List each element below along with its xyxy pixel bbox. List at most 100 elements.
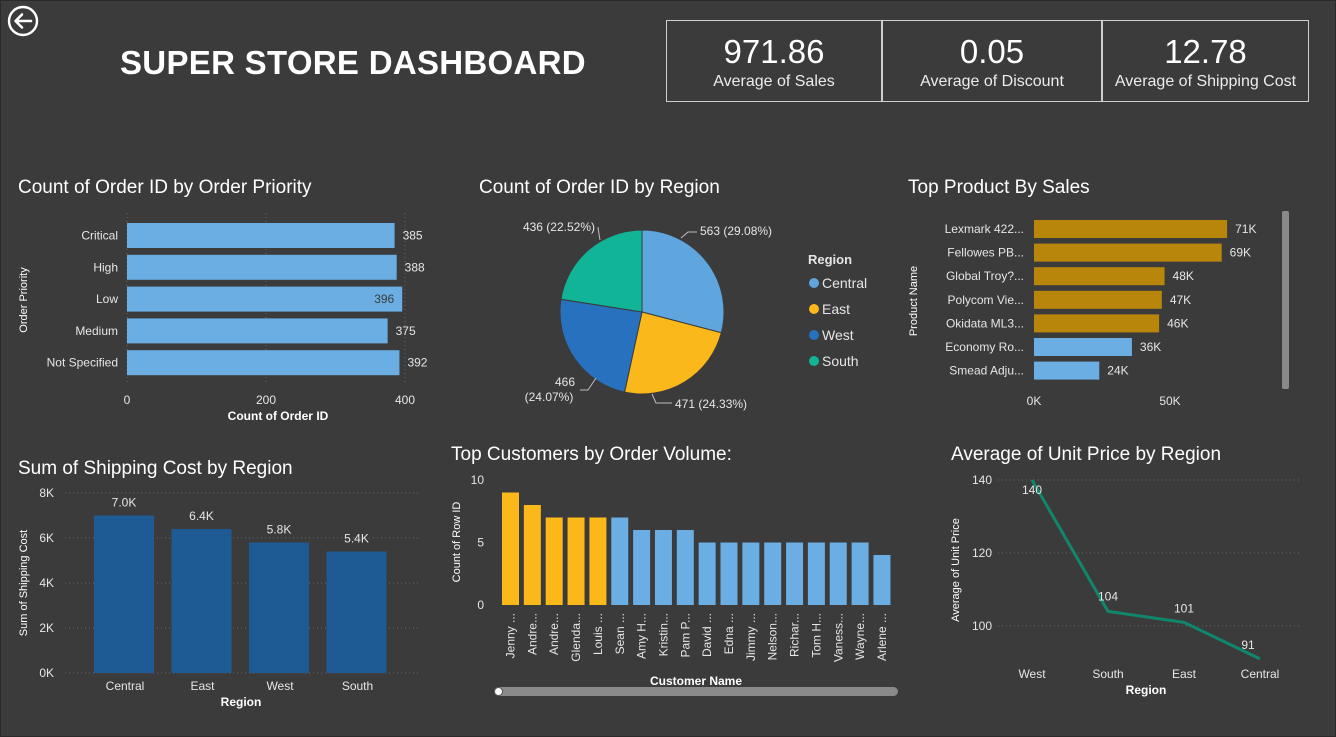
- unit-price-data-label: 91: [1241, 638, 1255, 652]
- customer-bar: [654, 530, 672, 605]
- product-data-label: 71K: [1235, 222, 1256, 236]
- customer-bar: [786, 542, 804, 605]
- customer-category-label: Tom H...: [809, 613, 823, 658]
- product-category-label: Lexmark 422...: [945, 222, 1024, 236]
- pie-data-label: 436 (22.52%): [523, 220, 595, 234]
- shipping-category-label: East: [190, 679, 215, 693]
- customer-bar: [829, 542, 847, 605]
- shipping-category-label: West: [266, 679, 294, 693]
- customer-bar: [567, 517, 585, 605]
- product-bar: [1034, 290, 1162, 309]
- customer-bar: [742, 542, 760, 605]
- product-category-label: Smead Adju...: [949, 364, 1024, 378]
- priority-category-label: Low: [96, 292, 118, 306]
- customer-x-axis-label: Customer Name: [650, 674, 742, 688]
- unit-price-category-label: West: [1018, 667, 1046, 681]
- customer-category-label: Glenda...: [569, 613, 583, 662]
- pie-leader-line: [580, 377, 597, 391]
- customer-bar: [633, 530, 651, 605]
- priority-bar: [127, 350, 400, 376]
- customer-bar: [589, 517, 607, 605]
- product-data-label: 47K: [1170, 293, 1191, 307]
- customer-bar: [523, 505, 541, 605]
- priority-data-label: 392: [407, 356, 427, 370]
- product-data-label: 24K: [1107, 364, 1128, 378]
- customer-y-axis-label: Count of Row ID: [451, 502, 463, 583]
- pie-data-label: 563 (29.08%): [700, 224, 772, 238]
- customer-bar: [698, 542, 716, 605]
- customer-category-label: Vaness...: [831, 613, 845, 662]
- customer-tick-label: 5: [477, 536, 484, 550]
- product-data-label: 69K: [1230, 246, 1251, 260]
- pie-legend-marker: [809, 330, 819, 340]
- pie-legend-marker: [809, 304, 819, 314]
- shipping-y-axis-label: Sum of Shipping Cost: [18, 530, 30, 636]
- products-scrollbar[interactable]: [1282, 211, 1289, 389]
- priority-data-label: 385: [403, 229, 423, 243]
- unit-price-line: [1030, 479, 1261, 661]
- shipping-bar: [171, 529, 232, 673]
- unit-price-y-axis-label: Average of Unit Price: [950, 518, 962, 622]
- shipping-category-label: Central: [106, 679, 145, 693]
- product-data-label: 48K: [1173, 269, 1194, 283]
- shipping-category-label: South: [342, 679, 373, 693]
- product-category-label: Polycom Vie...: [948, 293, 1024, 307]
- unit-price-data-label: 101: [1174, 601, 1194, 615]
- priority-bar: [127, 254, 397, 280]
- unit-price-data-label: 140: [1022, 483, 1042, 497]
- priority-bar: [127, 318, 388, 344]
- charts-canvas: 0 200 400 Critical 385 High 388 Low 396 Medium 375…: [18, 213, 1300, 709]
- customer-bar: [502, 492, 519, 605]
- pie-legend-label: West: [822, 327, 854, 343]
- shipping-tick-label: 8K: [39, 486, 54, 500]
- unit-price-category-label: East: [1172, 667, 1197, 681]
- pie-legend-label: South: [822, 353, 859, 369]
- product-bar: [1034, 267, 1165, 286]
- unit-price-category-label: South: [1092, 667, 1123, 681]
- product-category-label: Okidata ML3...: [946, 316, 1024, 330]
- priority-category-label: High: [93, 260, 118, 274]
- customer-category-label: Kristin...: [656, 613, 670, 656]
- product-bar: [1034, 361, 1100, 380]
- customer-category-label: Amy H...: [635, 613, 649, 659]
- customer-category-label: Nelson...: [766, 613, 780, 660]
- unit-price-tick-label: 120: [972, 546, 992, 560]
- pie-leader-line: [680, 231, 697, 239]
- pie-legend-marker: [809, 356, 819, 366]
- unit-price-data-label: 104: [1098, 589, 1118, 603]
- product-data-label: 46K: [1167, 316, 1188, 330]
- shipping-x-axis-label: Region: [221, 695, 262, 709]
- pie-data-label: (24.07%): [525, 390, 574, 404]
- customer-category-label: Sean ...: [613, 613, 627, 654]
- product-y-axis-label: Product Name: [908, 266, 920, 336]
- priority-category-label: Not Specified: [47, 356, 118, 370]
- priority-tick-label: 200: [256, 393, 276, 407]
- product-data-label: 36K: [1140, 340, 1161, 354]
- shipping-data-label: 6.4K: [189, 509, 214, 523]
- unit-price-category-label: Central: [1241, 667, 1280, 681]
- priority-bar: [127, 286, 403, 312]
- priority-y-axis-label: Order Priority: [18, 267, 30, 333]
- customer-bar: [545, 517, 563, 605]
- priority-tick-label: 400: [395, 393, 415, 407]
- customers-scrollbar[interactable]: [494, 687, 898, 696]
- shipping-bar: [94, 515, 154, 673]
- customer-bar: [720, 542, 738, 605]
- customer-category-label: Andre...: [547, 613, 561, 655]
- customer-category-label: Jimmy ...: [744, 613, 758, 661]
- product-bar: [1034, 338, 1132, 356]
- customer-category-label: Edna ...: [722, 613, 736, 654]
- customer-category-label: Richar...: [788, 613, 802, 657]
- customer-bar: [764, 542, 782, 605]
- priority-x-axis-label: Count of Order ID: [228, 409, 329, 423]
- product-tick-label: 50K: [1159, 394, 1180, 408]
- customer-category-label: Wayne...: [853, 613, 867, 660]
- customer-category-label: Arlene ...: [875, 613, 889, 661]
- pie-legend-label: Central: [822, 275, 867, 291]
- customers-scroll-handle[interactable]: [494, 687, 503, 696]
- shipping-tick-label: 6K: [39, 531, 54, 545]
- product-bar: [1034, 314, 1160, 333]
- priority-bar: [127, 223, 395, 248]
- priority-category-label: Medium: [75, 324, 118, 338]
- product-category-label: Fellowes PB...: [947, 246, 1024, 260]
